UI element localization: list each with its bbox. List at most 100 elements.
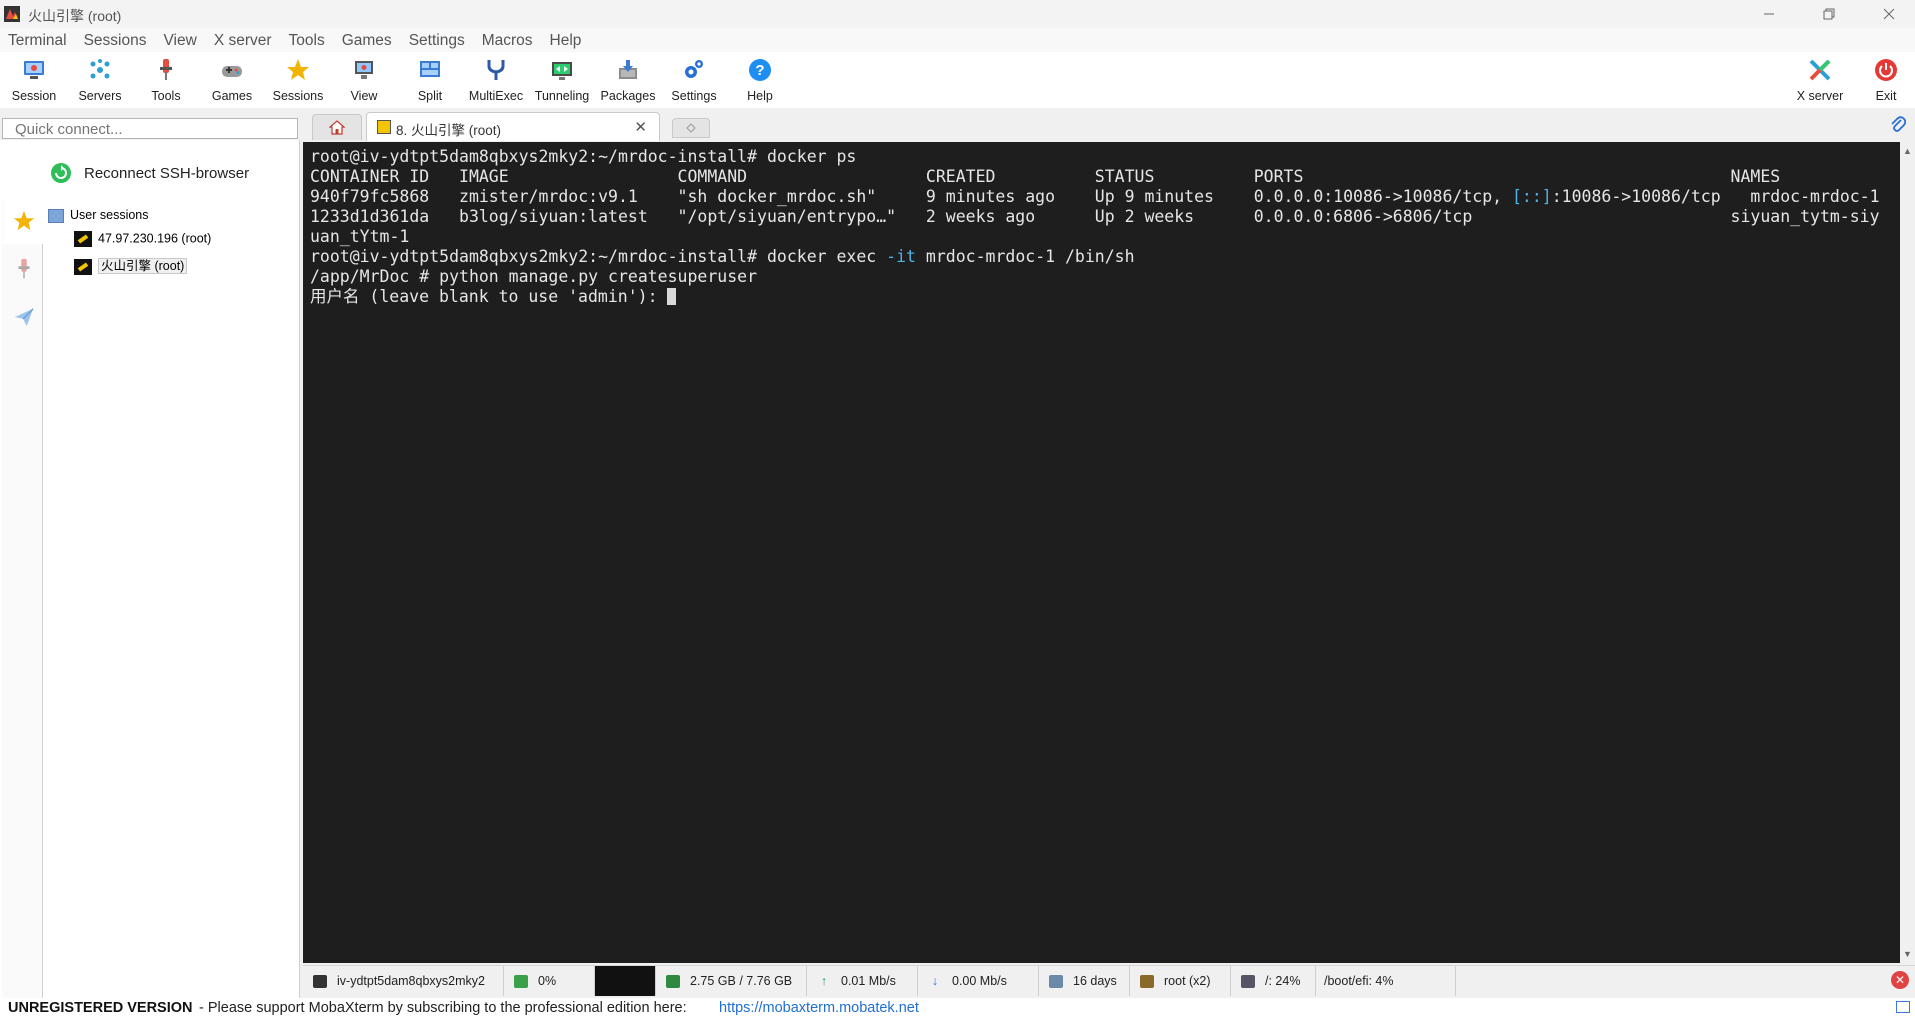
support-text: - Please support MobaXterm by subscribin… (199, 1000, 687, 1016)
sessions-tab-button[interactable] (3, 198, 43, 244)
tab-session-8[interactable]: 8. 火山引擎 (root) ✕ (366, 112, 660, 141)
terminal-scrollbar[interactable]: ▲ ▼ (1900, 142, 1915, 963)
status-disk-root: /: 24% (1231, 966, 1316, 996)
close-status-icon[interactable]: ✕ (1891, 971, 1909, 989)
menu-tools[interactable]: Tools (281, 28, 334, 52)
close-icon (1883, 8, 1895, 20)
attachment-icon[interactable] (1890, 116, 1906, 134)
settings-label: Settings (671, 89, 717, 103)
reconnect-label: Reconnect SSH-browser (84, 165, 250, 182)
menu-view[interactable]: View (155, 28, 205, 52)
close-window-button[interactable] (1866, 0, 1912, 28)
session-item-label: 47.97.230.196 (root) (98, 231, 212, 246)
x-server-label: X server (1796, 89, 1844, 103)
scroll-down-icon[interactable]: ▼ (1903, 949, 1912, 959)
menu-bar: Terminal Sessions View X server Tools Ga… (0, 28, 1915, 52)
terminal-line: CONTAINER ID IMAGE COMMAND CREATED STATU… (310, 167, 1781, 186)
view-button[interactable]: View (331, 54, 397, 106)
status-upload: ↑ 0.01 Mb/s (807, 966, 918, 996)
status-uptime: 16 days (1039, 966, 1130, 996)
ssh-key-icon (74, 258, 92, 275)
settings-button[interactable]: Settings (661, 54, 727, 106)
close-tab-icon[interactable]: ✕ (634, 118, 647, 136)
tools-button[interactable]: Tools (133, 54, 199, 106)
minimize-button[interactable] (1746, 0, 1792, 28)
packages-button[interactable]: Packages (595, 54, 661, 106)
minimize-icon (1764, 13, 1774, 15)
tunneling-button[interactable]: Tunneling (529, 54, 595, 106)
help-icon: ? (749, 59, 771, 81)
sessions-button[interactable]: Sessions (265, 54, 331, 106)
session-item[interactable]: 47.97.230.196 (root) (74, 231, 211, 247)
status-host: iv-ydtpt5dam8qbxys2mky2 (303, 966, 504, 996)
menu-macros[interactable]: Macros (474, 28, 542, 52)
status-download: ↓ 0.00 Mb/s (918, 966, 1039, 996)
power-icon (1875, 59, 1897, 81)
menu-settings[interactable]: Settings (401, 28, 474, 52)
new-tab-button[interactable] (672, 118, 710, 138)
mobatek-link[interactable]: https://mobaxterm.mobatek.net (719, 1000, 919, 1016)
split-label: Split (417, 89, 443, 103)
svg-text:?: ? (755, 62, 764, 79)
user-sessions-icon (48, 208, 64, 223)
packages-icon (619, 60, 637, 79)
status-disk-boot: /boot/efi: 4% (1316, 966, 1456, 996)
disk-icon (1241, 974, 1255, 988)
packages-label: Packages (600, 89, 656, 103)
home-tab[interactable] (312, 114, 362, 140)
paper-plane-icon (14, 308, 34, 327)
download-arrow-icon: ↓ (931, 973, 939, 988)
servers-label: Servers (78, 89, 122, 103)
tab-label: 8. 火山引擎 (root) (396, 123, 502, 138)
split-icon (420, 61, 440, 77)
session-label: Session (11, 89, 57, 103)
menu-help[interactable]: Help (542, 28, 591, 52)
exit-button[interactable]: Exit (1853, 54, 1915, 106)
reconnect-ssh-browser-button[interactable]: Reconnect SSH-browser (50, 162, 249, 184)
toolbar: Session Servers Tools Games Sessions Vie… (0, 52, 1915, 109)
exit-label: Exit (1875, 89, 1897, 103)
help-label: Help (747, 89, 773, 103)
reconnect-icon (51, 163, 71, 183)
games-label: Games (211, 89, 253, 103)
session-button[interactable]: Session (1, 54, 67, 106)
terminal[interactable]: root@iv-ydtpt5dam8qbxys2mky2:~/mrdoc-ins… (303, 142, 1900, 963)
session-item[interactable]: 火山引擎 (root) (74, 255, 188, 275)
terminal-output: root@iv-ydtpt5dam8qbxys2mky2:~/mrdoc-ins… (310, 147, 1880, 307)
x-server-button[interactable]: X server (1787, 54, 1853, 106)
restore-icon (1823, 8, 1835, 20)
servers-button[interactable]: Servers (67, 54, 133, 106)
status-users: root (x2) (1130, 966, 1231, 996)
monitor-icon[interactable] (1896, 1001, 1910, 1013)
split-button[interactable]: Split (397, 54, 463, 106)
multiexec-button[interactable]: MultiExec (463, 54, 529, 106)
menu-x-server[interactable]: X server (206, 28, 281, 52)
mobaxterm-logo-icon (4, 6, 20, 22)
host-icon (313, 974, 327, 988)
upload-arrow-icon: ↑ (820, 973, 828, 988)
menu-sessions[interactable]: Sessions (76, 28, 156, 52)
servers-icon (90, 59, 110, 79)
terminal-cursor (667, 288, 677, 305)
menu-terminal[interactable]: Terminal (0, 28, 76, 52)
terminal-line: /app/MrDoc # python manage.py createsupe… (310, 267, 758, 286)
gear-icon (685, 60, 703, 78)
send-tab-button[interactable] (3, 294, 43, 340)
multiexec-label: MultiExec (468, 89, 524, 103)
terminal-line: 用户名 (leave blank to use 'admin'): (310, 287, 1880, 307)
cpu-graph (595, 966, 656, 996)
games-icon (222, 66, 242, 77)
restore-button[interactable] (1806, 0, 1852, 28)
scroll-up-icon[interactable]: ▲ (1903, 146, 1912, 156)
view-label: View (350, 89, 378, 103)
menu-games[interactable]: Games (334, 28, 401, 52)
sessions-label: Sessions (272, 89, 324, 103)
status-cpu: 0% (504, 966, 595, 996)
tree-group-user-sessions[interactable]: User sessions (48, 208, 149, 223)
session-icon (24, 61, 44, 79)
quick-connect-input[interactable] (2, 118, 298, 139)
games-button[interactable]: Games (199, 54, 265, 106)
star-icon (13, 210, 35, 231)
tools-tab-button[interactable] (3, 246, 43, 292)
help-button[interactable]: ? Help (727, 54, 793, 106)
